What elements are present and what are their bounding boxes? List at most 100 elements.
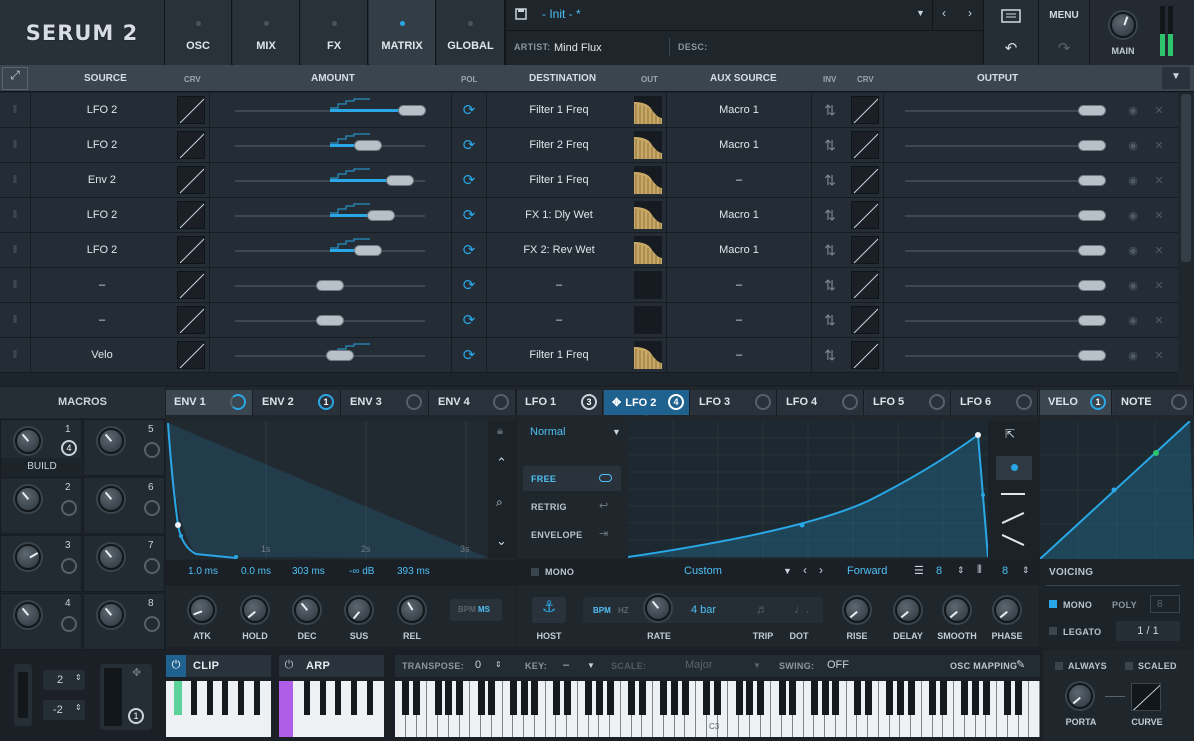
invert-icon[interactable]: ⇅ bbox=[812, 303, 848, 337]
ramp-up-icon[interactable] bbox=[1001, 512, 1025, 524]
porta-knob[interactable] bbox=[1067, 683, 1093, 709]
amount-slider[interactable] bbox=[354, 140, 382, 151]
piano-black-key[interactable] bbox=[671, 681, 678, 715]
legato-value[interactable]: 1 / 1 bbox=[1116, 621, 1180, 641]
tab-lfo4[interactable]: LFO 4 bbox=[778, 390, 864, 415]
aux-source-cell[interactable]: – bbox=[667, 338, 811, 372]
source-curve-box[interactable] bbox=[177, 96, 205, 124]
drag-handle-icon[interactable]: ‖ bbox=[4, 198, 26, 232]
invert-icon[interactable]: ⇅ bbox=[812, 198, 848, 232]
source-curve-box[interactable] bbox=[177, 201, 205, 229]
sus-knob[interactable] bbox=[346, 597, 372, 623]
polarity-icon[interactable]: ⟳ bbox=[452, 163, 486, 197]
next-preset-icon[interactable]: › bbox=[968, 6, 972, 20]
destination-cell[interactable]: Filter 1 Freq bbox=[487, 338, 631, 372]
save-icon[interactable] bbox=[515, 8, 527, 20]
output-slider[interactable] bbox=[1078, 105, 1106, 116]
smooth-knob[interactable] bbox=[944, 597, 970, 623]
piano-black-key[interactable] bbox=[488, 681, 496, 715]
bypass-icon[interactable]: ◉ bbox=[1122, 128, 1144, 162]
drag-handle-icon[interactable]: ‖ bbox=[4, 163, 26, 197]
arp-power-icon[interactable]: ⏻ bbox=[279, 655, 299, 677]
aux-curve-box[interactable] bbox=[851, 96, 879, 124]
lfo-envelope-button[interactable]: ENVELOPE ⇥ bbox=[523, 522, 621, 547]
polarity-icon[interactable]: ⟳ bbox=[452, 303, 486, 337]
lfo-mono-toggle[interactable]: MONO bbox=[517, 559, 628, 585]
grid-y-stepper[interactable]: ⇕ bbox=[1022, 565, 1030, 576]
macro-4[interactable]: 4 bbox=[0, 593, 82, 650]
piano-black-key[interactable] bbox=[477, 681, 485, 715]
piano-black-key[interactable] bbox=[595, 681, 603, 715]
piano-black-key[interactable] bbox=[832, 681, 840, 715]
piano-black-key[interactable] bbox=[628, 681, 635, 715]
clip-power-icon[interactable]: ⏻ bbox=[166, 655, 186, 677]
lfo-free-button[interactable]: FREE bbox=[523, 466, 621, 491]
source-curve-box[interactable] bbox=[177, 306, 205, 334]
clip-keys[interactable] bbox=[166, 681, 271, 737]
drag-handle-icon[interactable]: ‖ bbox=[4, 93, 26, 127]
aux-curve-box[interactable] bbox=[851, 306, 879, 334]
piano-black-key[interactable] bbox=[896, 681, 904, 715]
bypass-icon[interactable]: ◉ bbox=[1122, 93, 1144, 127]
piano-black-key[interactable] bbox=[961, 681, 969, 715]
drag-handle-icon[interactable]: ‖ bbox=[4, 233, 26, 267]
amount-slider[interactable] bbox=[386, 175, 415, 186]
piano-black-key[interactable] bbox=[434, 681, 442, 715]
macro-5[interactable]: 5 bbox=[83, 419, 165, 476]
piano-black-key[interactable] bbox=[907, 681, 915, 715]
lfo-direction[interactable]: Forward bbox=[847, 565, 887, 577]
source-cell[interactable]: – bbox=[30, 303, 174, 337]
piano-black-key[interactable] bbox=[982, 681, 990, 715]
polarity-icon[interactable]: ⟳ bbox=[452, 233, 486, 267]
lfo-graph[interactable] bbox=[628, 421, 988, 559]
macro-1[interactable]: 1 4 BUILD bbox=[0, 419, 83, 476]
delete-icon[interactable]: ✕ bbox=[1148, 233, 1170, 267]
rate-knob[interactable] bbox=[645, 595, 671, 621]
tab-velo[interactable]: VELO 1 bbox=[1040, 390, 1112, 415]
tab-lfo3[interactable]: LFO 3 bbox=[691, 390, 777, 415]
source-cell[interactable]: Velo bbox=[30, 338, 174, 372]
aux-source-cell[interactable]: – bbox=[667, 163, 811, 197]
tab-osc[interactable]: OSC bbox=[165, 0, 232, 65]
tab-lfo5[interactable]: LFO 5 bbox=[865, 390, 951, 415]
piano-black-key[interactable] bbox=[413, 681, 420, 715]
phase-knob[interactable] bbox=[994, 597, 1020, 623]
polarity-icon[interactable]: ⟳ bbox=[452, 268, 486, 302]
search-icon[interactable]: ⌕ bbox=[496, 495, 503, 510]
piano-black-key[interactable] bbox=[445, 681, 453, 715]
pitch-up-range[interactable]: 2 ⇕ bbox=[43, 670, 85, 690]
piano-black-key[interactable] bbox=[563, 681, 571, 715]
source-cell[interactable]: LFO 2 bbox=[30, 93, 174, 127]
piano-black-key[interactable] bbox=[585, 681, 592, 715]
atk-value[interactable]: 1.0 ms bbox=[188, 566, 218, 577]
macro-3[interactable]: 3 bbox=[0, 535, 82, 592]
drag-handle-icon[interactable]: ‖ bbox=[4, 268, 26, 302]
matrix-menu-icon[interactable]: ▼ bbox=[1162, 67, 1190, 89]
invert-icon[interactable]: ⇅ bbox=[812, 128, 848, 162]
polarity-icon[interactable]: ⟳ bbox=[452, 198, 486, 232]
tab-matrix[interactable]: MATRIX bbox=[369, 0, 436, 65]
expand-icon[interactable]: ⤢ bbox=[2, 67, 28, 90]
line-tool-icon[interactable] bbox=[1001, 493, 1025, 495]
aux-curve-box[interactable] bbox=[851, 201, 879, 229]
rate-value[interactable]: 4 bar bbox=[691, 604, 716, 616]
piano-black-key[interactable] bbox=[520, 681, 528, 715]
piano-black-key[interactable] bbox=[810, 681, 818, 715]
macro-knob[interactable] bbox=[15, 602, 41, 628]
rel-knob[interactable] bbox=[399, 597, 425, 623]
mono-voicing-checkbox[interactable] bbox=[1049, 600, 1057, 608]
piano-black-key[interactable] bbox=[821, 681, 829, 715]
piano-black-key[interactable] bbox=[714, 681, 721, 715]
source-cell[interactable]: LFO 2 bbox=[30, 128, 174, 162]
bypass-icon[interactable]: ◉ bbox=[1122, 338, 1144, 372]
menu-button[interactable]: MENU bbox=[1038, 0, 1089, 31]
macro-knob[interactable] bbox=[98, 428, 124, 454]
arp-label[interactable]: ARP bbox=[306, 660, 330, 672]
macro-8[interactable]: 8 bbox=[83, 593, 165, 650]
dotted-icon[interactable]: ♩. bbox=[794, 602, 809, 616]
piano-black-key[interactable] bbox=[735, 681, 743, 715]
source-curve-box[interactable] bbox=[177, 166, 205, 194]
output-slider[interactable] bbox=[1078, 210, 1106, 221]
output-slider[interactable] bbox=[1078, 350, 1106, 361]
piano-white-key[interactable] bbox=[1029, 681, 1040, 737]
